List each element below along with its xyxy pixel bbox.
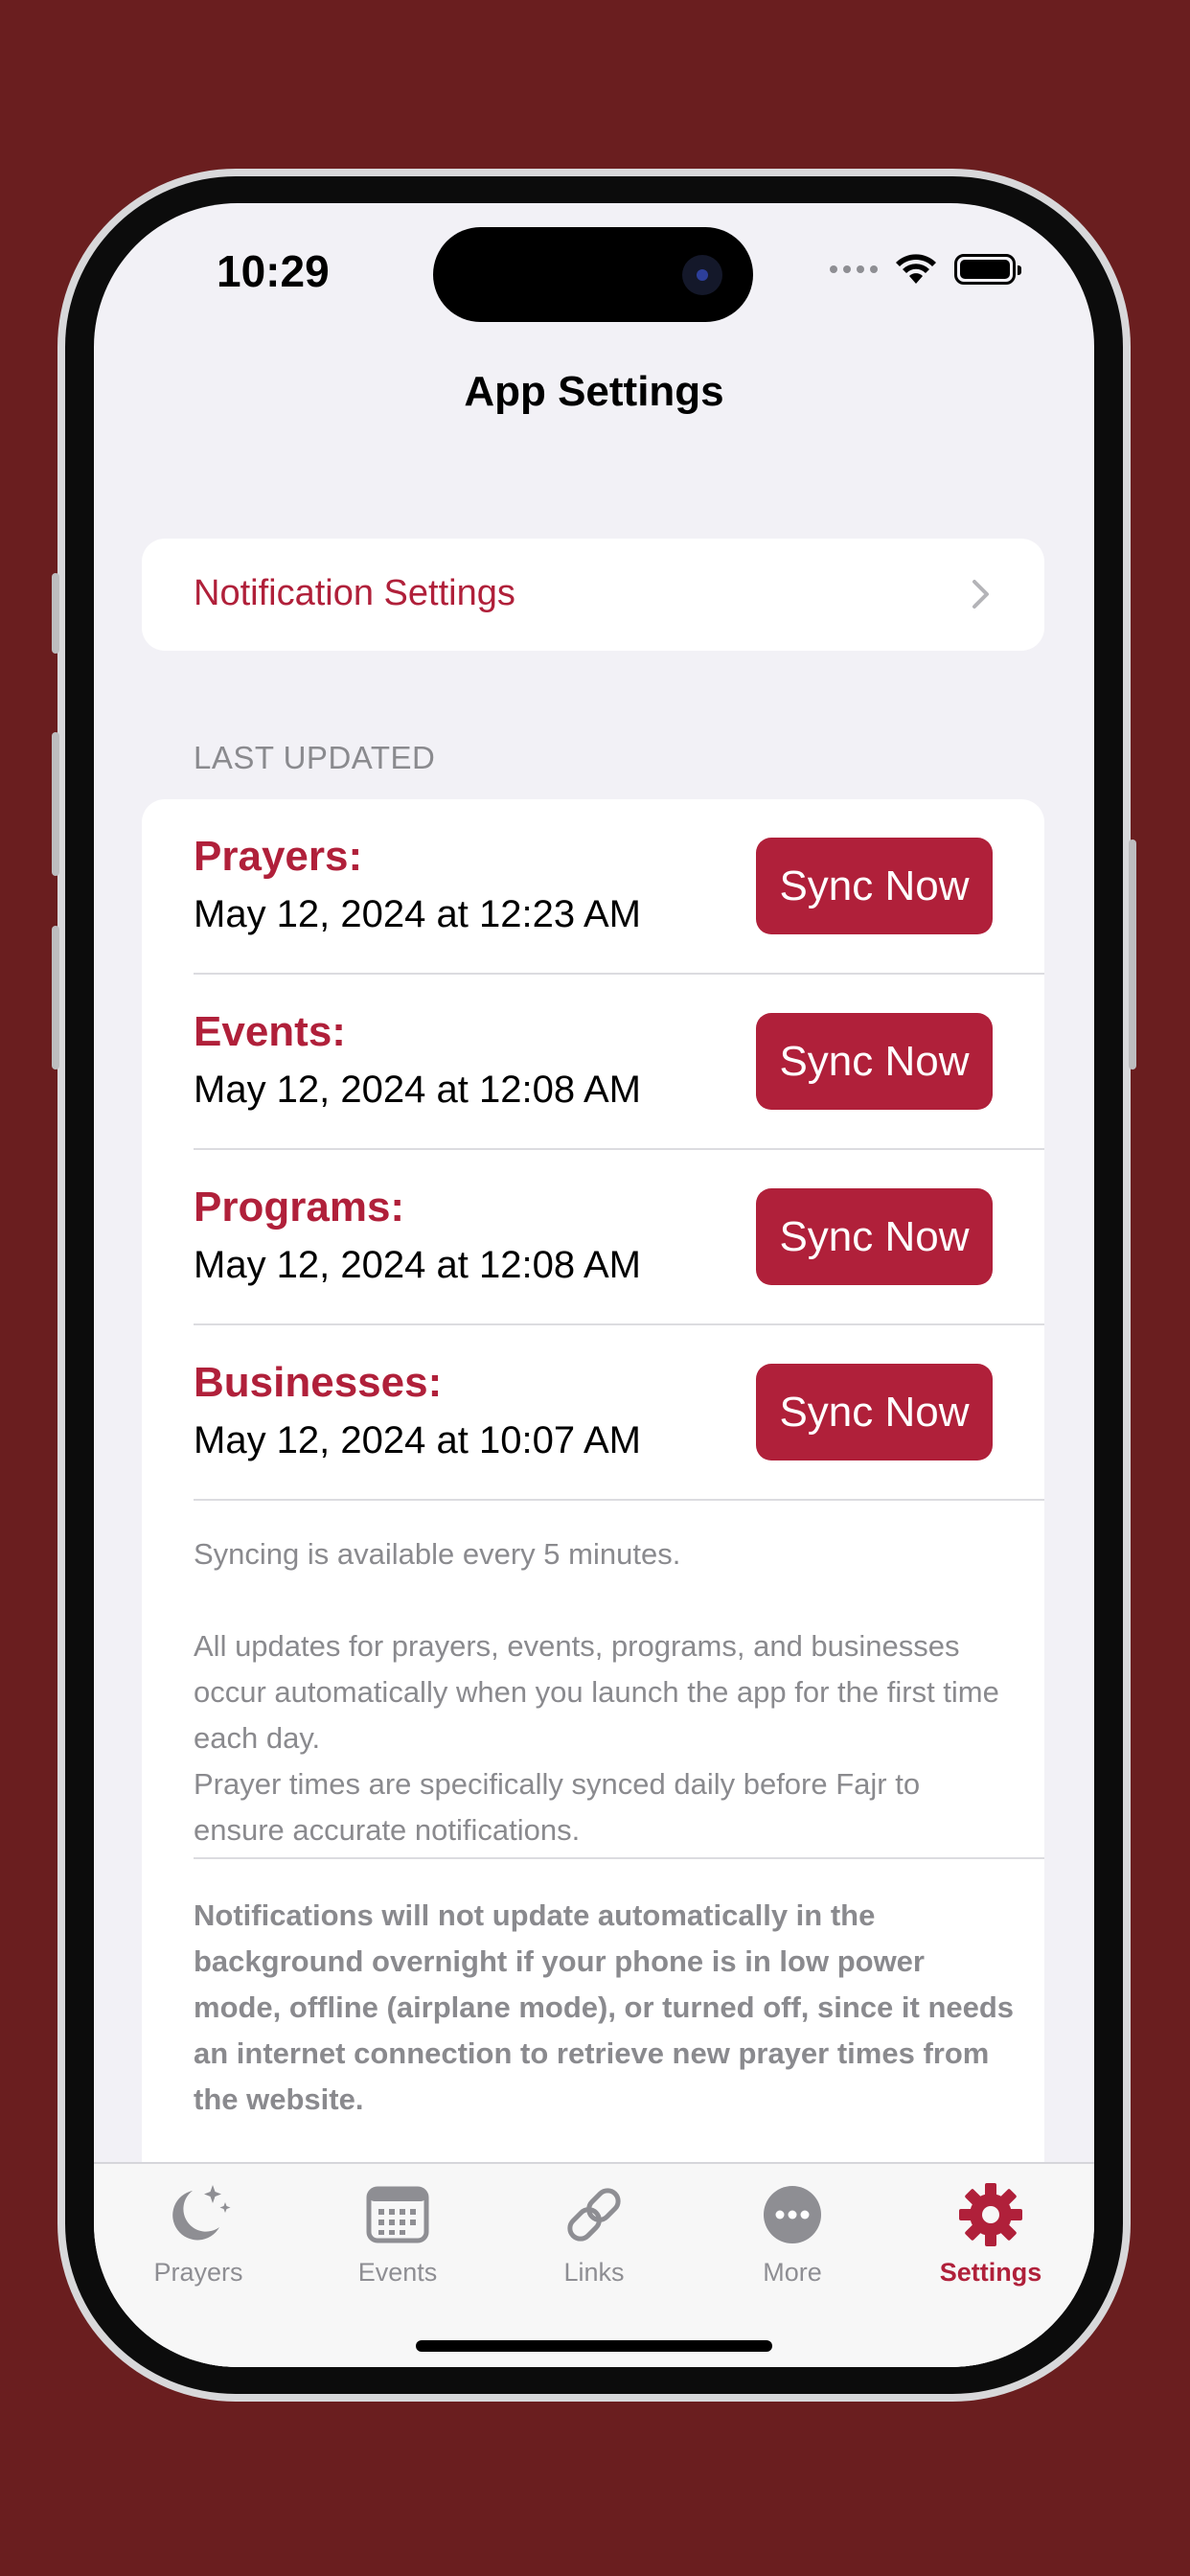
tab-label: Settings bbox=[939, 2258, 1042, 2287]
page-title: App Settings bbox=[464, 368, 724, 415]
calendar-icon bbox=[366, 2186, 429, 2243]
divider bbox=[194, 1857, 1044, 1859]
tab-more[interactable]: More bbox=[706, 2181, 879, 2288]
action-button bbox=[52, 573, 59, 654]
moon-stars-icon bbox=[172, 2185, 231, 2241]
sync-row-title: Businesses: bbox=[194, 1359, 443, 1406]
tab-events[interactable]: Events bbox=[311, 2181, 484, 2288]
sync-row-date: May 12, 2024 at 10:07 AM bbox=[194, 1419, 641, 1461]
sync-now-button-events[interactable]: Sync Now bbox=[756, 1013, 993, 1110]
sync-row-title: Prayers: bbox=[194, 833, 363, 880]
sync-row-businesses: Businesses: May 12, 2024 at 10:07 AM Syn… bbox=[142, 1325, 1044, 1501]
home-indicator bbox=[416, 2340, 772, 2352]
background-update-warning: Notifications will not update automatica… bbox=[194, 1898, 1015, 2116]
tab-label: Events bbox=[357, 2258, 438, 2287]
sync-row-date: May 12, 2024 at 12:08 AM bbox=[194, 1244, 641, 1286]
tab-prayers[interactable]: Prayers bbox=[112, 2181, 285, 2288]
tab-bar: Prayers Events Links More Settings bbox=[94, 2162, 1094, 2367]
sync-now-button-programs[interactable]: Sync Now bbox=[756, 1188, 993, 1285]
tab-links[interactable]: Links bbox=[508, 2181, 680, 2288]
prayer-sync-note: Prayer times are specifically synced dai… bbox=[194, 1767, 921, 1847]
last-updated-card: Prayers: May 12, 2024 at 12:23 AM Sync N… bbox=[142, 799, 1044, 2367]
tab-label: Links bbox=[563, 2258, 625, 2287]
sync-interval-note: Syncing is available every 5 minutes. bbox=[194, 1537, 681, 1571]
sync-row-prayers: Prayers: May 12, 2024 at 12:23 AM Sync N… bbox=[142, 799, 1044, 975]
battery-icon bbox=[954, 254, 1021, 285]
tab-label: Prayers bbox=[153, 2258, 243, 2287]
notification-settings-row[interactable]: Notification Settings bbox=[142, 539, 1044, 651]
chevron-right-icon bbox=[973, 580, 989, 609]
volume-down-button bbox=[52, 926, 59, 1070]
sync-row-events: Events: May 12, 2024 at 12:08 AM Sync No… bbox=[142, 975, 1044, 1150]
section-header-last-updated: LAST UPDATED bbox=[194, 740, 436, 775]
wifi-icon bbox=[896, 254, 936, 284]
link-icon bbox=[567, 2188, 621, 2242]
camera-icon bbox=[682, 255, 722, 295]
status-time: 10:29 bbox=[217, 246, 330, 296]
sync-row-programs: Programs: May 12, 2024 at 12:08 AM Sync … bbox=[142, 1150, 1044, 1325]
cellular-signal-icon bbox=[830, 265, 878, 273]
status-indicators bbox=[830, 253, 1021, 286]
divider bbox=[194, 1499, 1044, 1501]
notification-settings-label: Notification Settings bbox=[194, 573, 515, 613]
sync-row-title: Events: bbox=[194, 1008, 346, 1055]
sync-row-date: May 12, 2024 at 12:23 AM bbox=[194, 893, 641, 935]
gear-icon bbox=[959, 2183, 1022, 2246]
sync-now-button-prayers[interactable]: Sync Now bbox=[756, 838, 993, 934]
power-button bbox=[1129, 840, 1136, 1070]
ellipsis-circle-icon bbox=[764, 2186, 821, 2243]
tab-label: More bbox=[763, 2258, 822, 2287]
volume-up-button bbox=[52, 732, 59, 876]
auto-update-note: All updates for prayers, events, program… bbox=[194, 1629, 999, 1755]
sync-now-button-businesses[interactable]: Sync Now bbox=[756, 1364, 993, 1460]
tab-settings[interactable]: Settings bbox=[904, 2181, 1077, 2288]
app-screen: 10:29 App Settings Notification Settings… bbox=[94, 203, 1094, 2367]
sync-row-date: May 12, 2024 at 12:08 AM bbox=[194, 1069, 641, 1111]
sync-row-title: Programs: bbox=[194, 1184, 405, 1230]
